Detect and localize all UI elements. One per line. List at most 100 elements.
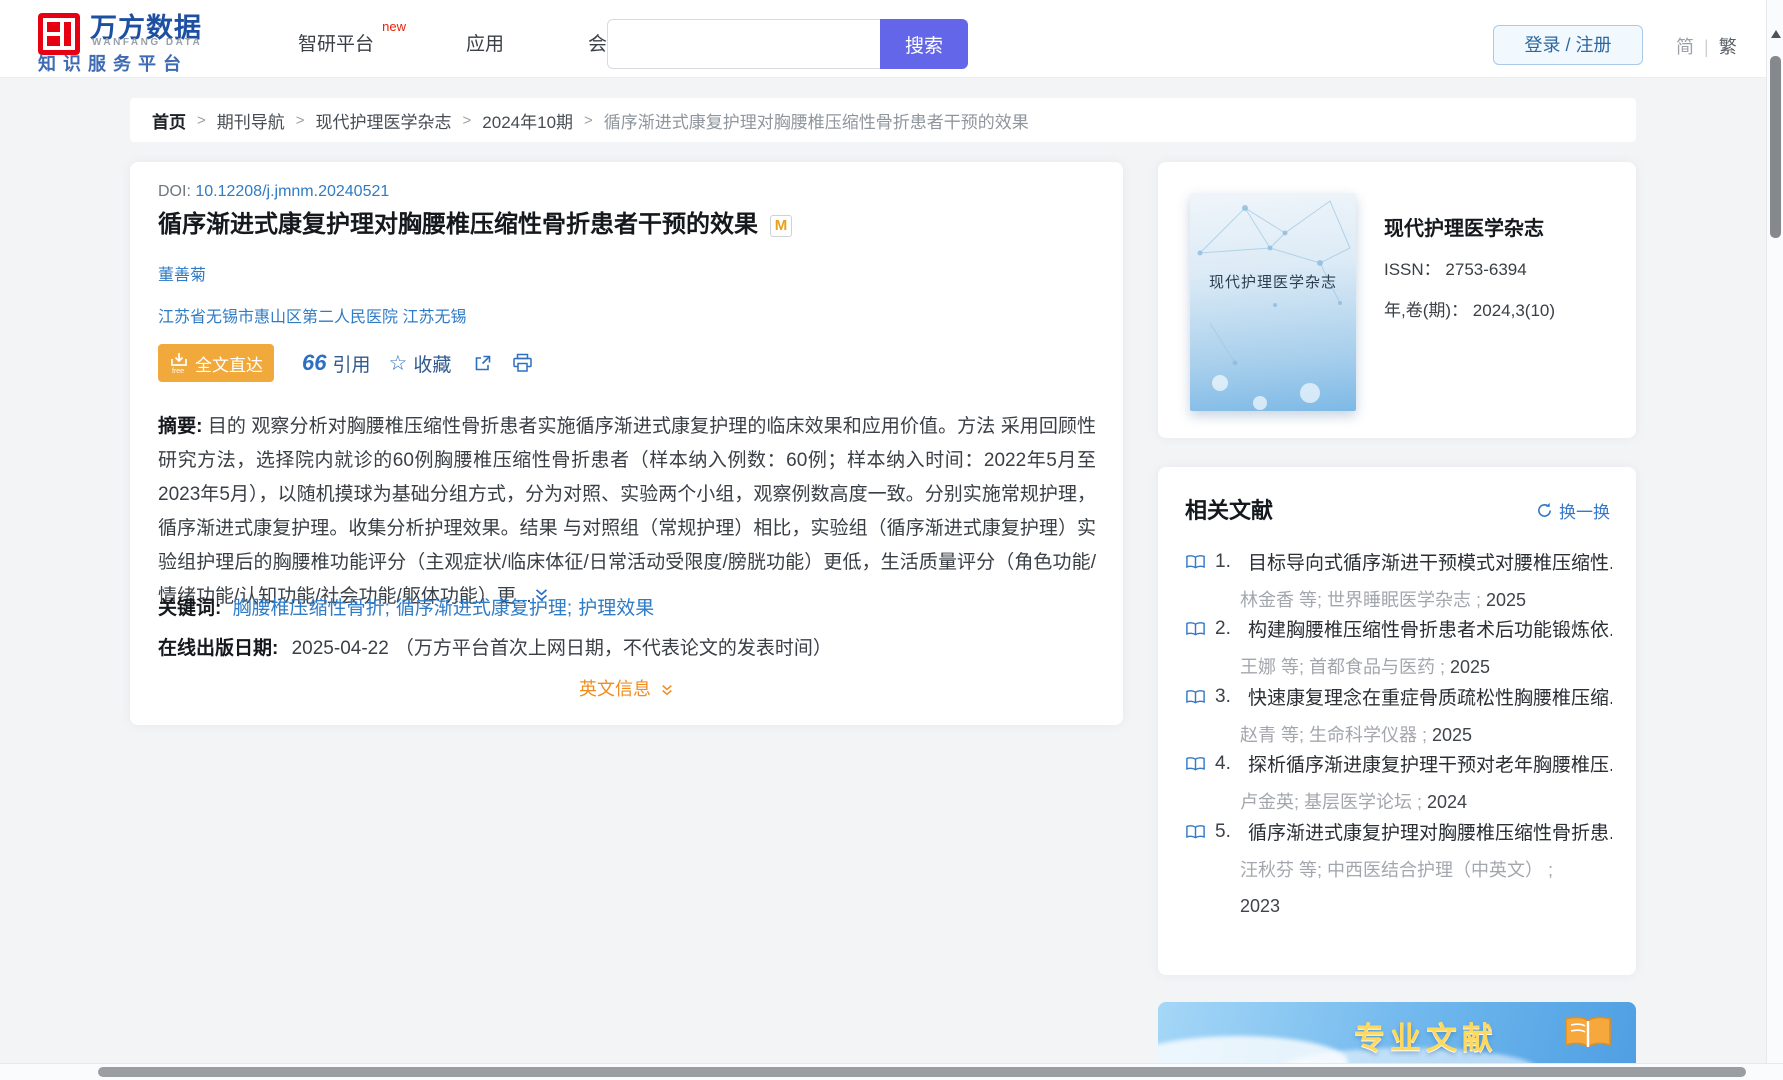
top-header: 万方数据 WANFANG DATA 知识服务平台 智研平台 new 应用 会员 … (0, 0, 1783, 78)
fulltext-button[interactable]: free 全文直达 (158, 344, 274, 382)
svg-text:free: free (172, 368, 184, 374)
doi-link[interactable]: 10.12208/j.jmnm.20240521 (195, 183, 389, 200)
free-download-icon: free (171, 353, 187, 374)
affiliation-link[interactable]: 江苏省无锡市惠山区第二人民医院 江苏无锡 (158, 309, 466, 326)
breadcrumb-separator: > (584, 111, 593, 129)
related-item-title[interactable]: 探析循序渐进康复护理干预对老年胸腰椎压... (1248, 750, 1612, 777)
related-item-number: 5. (1215, 820, 1231, 842)
brand-name-en: WANFANG DATA (92, 37, 203, 48)
doi-row: DOI: 10.12208/j.jmnm.20240521 (158, 183, 389, 201)
related-item-meta: 林金香 等; 世界睡眠医学杂志 ; 2025 (1240, 590, 1527, 610)
journal-cover[interactable]: 现代护理医学杂志 (1190, 193, 1356, 411)
related-item-year: 2025 (1450, 657, 1491, 677)
journal-name[interactable]: 现代护理医学杂志 (1384, 212, 1544, 241)
breadcrumb-journal[interactable]: 现代护理医学杂志 (316, 108, 452, 133)
abstract-label: 摘要: (158, 416, 208, 437)
book-icon (1186, 554, 1205, 569)
scroll-up-arrow[interactable] (1771, 30, 1781, 38)
nav-item-apps[interactable]: 应用 (466, 29, 504, 56)
book-icon (1186, 621, 1205, 636)
related-literature-card: 相关文献 换一换 1. 目标导向式循序渐进干预模式对腰椎压缩性... 林金香 等… (1158, 467, 1636, 975)
journal-volume: 年,卷(期)： 2024,3(10) (1384, 301, 1556, 320)
breadcrumb-separator: > (295, 111, 305, 129)
favorite-button[interactable]: ☆ 收藏 (389, 350, 452, 377)
related-item-title[interactable]: 目标导向式循序渐进干预模式对腰椎压缩性... (1248, 548, 1612, 575)
article-title: 循序渐进式康复护理对胸腰椎压缩性骨折患者干预的效果 M (158, 204, 792, 239)
search-button[interactable]: 搜索 (880, 19, 968, 69)
search-input[interactable] (607, 19, 880, 69)
abstract-text: 目的 观察分析对胸腰椎压缩性骨折患者实施循序渐进式康复护理的临床效果和应用价值。… (158, 416, 1097, 607)
open-book-icon (1565, 1016, 1611, 1049)
horizontal-scrollbar-thumb[interactable] (98, 1067, 1746, 1077)
cite-button[interactable]: 66 引用 (302, 350, 371, 377)
english-info-toggle[interactable]: 英文信息 (130, 675, 1123, 701)
related-item-meta: 卢金英; 基层医学论坛 ; 2024 (1240, 792, 1468, 812)
vertical-scrollbar-thumb[interactable] (1770, 56, 1781, 238)
breadcrumb-separator: > (197, 111, 206, 129)
share-button[interactable] (473, 354, 492, 373)
related-item-meta: 王娜 等; 首都食品与医药 ; 2025 (1240, 657, 1491, 677)
related-item-year: 2025 (1432, 725, 1473, 745)
quote-icon: 66 (302, 350, 327, 375)
nav-item-zhiyan[interactable]: 智研平台 new (298, 19, 406, 56)
horizontal-scrollbar (0, 1063, 1783, 1080)
keywords-row: 关键词: 胸腰椎压缩性骨折; 循序渐进式康复护理; 护理效果 (158, 598, 655, 619)
breadcrumb-journal-nav[interactable]: 期刊导航 (217, 108, 285, 133)
print-button[interactable] (512, 353, 533, 373)
printer-icon (513, 353, 533, 372)
lang-traditional[interactable]: 繁 (1719, 37, 1737, 57)
login-register-button[interactable]: 登录 / 注册 (1493, 25, 1643, 65)
promo-banner[interactable]: 专业文献 (1158, 1002, 1636, 1063)
breadcrumb: 首页 > 期刊导航 > 现代护理医学杂志 > 2024年10期 > 循序渐进式康… (130, 98, 1636, 142)
related-item-meta: 赵青 等; 生命科学仪器 ; 2025 (1240, 725, 1473, 745)
chevron-double-down-icon (662, 685, 672, 696)
article-detail-card: DOI: 10.12208/j.jmnm.20240521 循序渐进式康复护理对… (130, 162, 1123, 725)
related-item-number: 3. (1215, 685, 1231, 707)
refresh-related-button[interactable]: 换一换 (1536, 498, 1610, 523)
keyword-link[interactable]: 护理效果 (578, 598, 654, 619)
pubdate-value: 2025-04-22 (291, 638, 389, 659)
related-item-title[interactable]: 构建胸腰椎压缩性骨折患者术后功能锻炼依... (1248, 615, 1612, 642)
related-title: 相关文献 (1185, 498, 1274, 523)
abstract: 摘要: 目的 观察分析对胸腰椎压缩性骨折患者实施循序渐进式康复护理的临床效果和应… (158, 410, 1096, 614)
pubdate-note: （万方平台首次上网日期，不代表论文的发表时间） (394, 638, 832, 659)
doi-label: DOI: (158, 183, 196, 200)
related-item-year: 2023 (1240, 896, 1281, 916)
related-item-number: 2. (1215, 617, 1231, 639)
platform-subtitle: 知识服务平台 (38, 54, 188, 74)
pubdate-row: 在线出版日期: 2025-04-22 （万方平台首次上网日期，不代表论文的发表时间… (158, 633, 832, 660)
related-item-year: 2025 (1486, 590, 1527, 610)
related-item: 1. 目标导向式循序渐进干预模式对腰椎压缩性... 林金香 等; 世界睡眠医学杂… (1185, 548, 1612, 612)
pubdate-label: 在线出版日期: (158, 638, 284, 659)
breadcrumb-home[interactable]: 首页 (152, 108, 186, 133)
wanfang-logo-icon[interactable] (38, 13, 80, 55)
medline-badge: M (770, 215, 792, 237)
related-item: 2. 构建胸腰椎压缩性骨折患者术后功能锻炼依... 王娜 等; 首都食品与医药 … (1185, 615, 1612, 679)
star-icon: ☆ (388, 351, 408, 375)
related-item-year: 2024 (1427, 792, 1468, 812)
keywords-label: 关键词: (158, 598, 227, 619)
author-row: 董善菊 (158, 261, 206, 285)
breadcrumb-current: 循序渐进式康复护理对胸腰椎压缩性骨折患者干预的效果 (603, 112, 1029, 132)
book-icon (1186, 756, 1205, 771)
related-item: 5. 循序渐进式康复护理对胸腰椎压缩性骨折患... 汪秋芬 等; 中西医结合护理… (1185, 818, 1612, 918)
journal-info-card: 现代护理医学杂志 现代护理医学杂志 ISSN： 2753-6394 年,卷(期)… (1158, 162, 1636, 438)
keyword-link[interactable]: 胸腰椎压缩性骨折 (233, 598, 385, 619)
related-item-title[interactable]: 快速康复理念在重症骨质疏松性胸腰椎压缩... (1248, 683, 1612, 710)
language-switch: 简 | 繁 (1676, 33, 1737, 59)
cover-network-pattern (1197, 200, 1351, 410)
related-item: 4. 探析循序渐进康复护理干预对老年胸腰椎压... 卢金英; 基层医学论坛 ; … (1185, 750, 1612, 814)
breadcrumb-issue[interactable]: 2024年10期 (482, 108, 573, 133)
book-icon (1186, 689, 1205, 704)
related-item-title[interactable]: 循序渐进式康复护理对胸腰椎压缩性骨折患... (1248, 818, 1612, 845)
related-item-number: 1. (1215, 550, 1231, 572)
breadcrumb-separator: > (462, 111, 472, 129)
lang-simplified[interactable]: 简 (1676, 37, 1694, 57)
author-link[interactable]: 董善菊 (158, 267, 206, 284)
related-item-number: 4. (1215, 752, 1231, 774)
refresh-icon (1538, 502, 1551, 517)
affiliation-row: 江苏省无锡市惠山区第二人民医院 江苏无锡 (158, 303, 466, 327)
related-item-meta: 汪秋芬 等; 中西医结合护理（中英文） ; 2023 (1185, 858, 1612, 918)
book-icon (1186, 824, 1205, 839)
keyword-link[interactable]: 循序渐进式康复护理 (396, 598, 567, 619)
